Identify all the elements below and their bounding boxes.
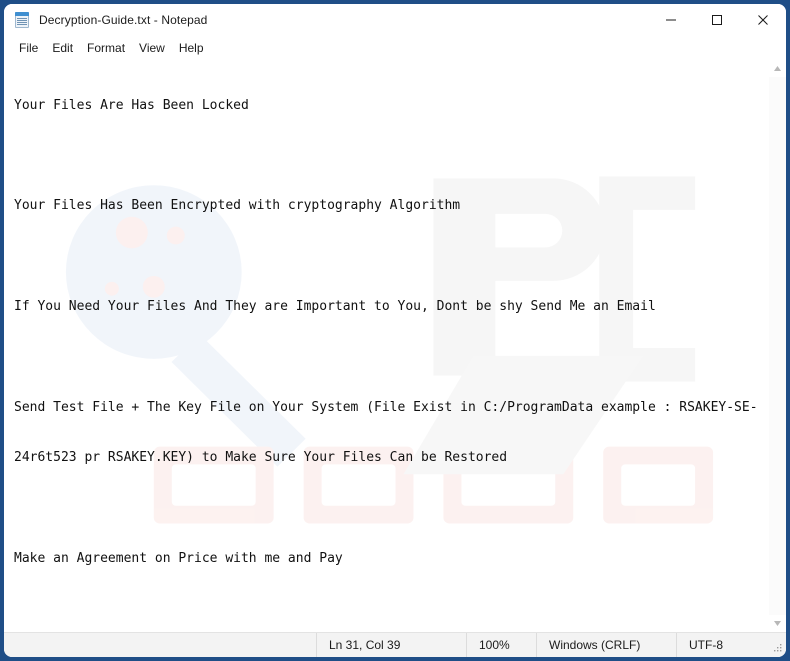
menu-item-help[interactable]: Help [172,39,211,57]
window-title: Decryption-Guide.txt - Notepad [39,13,208,27]
menu-item-view[interactable]: View [132,39,172,57]
text-line: Send Test File + The Key File on Your Sy… [14,399,758,415]
status-line-ending[interactable]: Windows (CRLF) [536,633,676,657]
status-zoom-level[interactable]: 100% [466,633,536,657]
text-line: Your Files Are Has Been Locked [14,97,249,113]
close-icon [758,15,768,25]
maximize-button[interactable] [694,4,740,36]
scroll-down-button[interactable] [769,615,786,632]
resize-grip-icon[interactable] [771,642,783,654]
text-line: If You Need Your Files And They are Impo… [14,299,656,315]
text-line: Make an Agreement on Price with me and P… [14,551,343,567]
status-encoding[interactable]: UTF-8 [676,633,786,657]
document-text[interactable]: Your Files Are Has Been Locked Your File… [4,60,768,632]
minimize-icon [666,19,676,21]
text-line [14,501,768,518]
text-line [14,350,768,367]
title-bar[interactable]: Decryption-Guide.txt - Notepad [4,4,786,36]
menu-item-format[interactable]: Format [80,39,132,57]
vertical-scrollbar[interactable] [768,60,786,632]
notepad-window: Decryption-Guide.txt - Notepad File Edit… [4,4,786,657]
status-cursor-position[interactable]: Ln 31, Col 39 [316,633,466,657]
window-controls [648,4,786,36]
scrollbar-track[interactable] [769,77,786,615]
text-editor[interactable]: Your Files Are Has Been Locked Your File… [4,60,768,632]
text-line [14,602,768,619]
scroll-down-icon [774,621,781,626]
notepad-icon [14,12,30,28]
text-line: Your Files Has Been Encrypted with crypt… [14,198,461,214]
scroll-up-icon [774,66,781,71]
editor-area: Your Files Are Has Been Locked Your File… [4,60,786,632]
minimize-button[interactable] [648,4,694,36]
menu-item-edit[interactable]: Edit [45,39,80,57]
maximize-icon [712,15,722,25]
status-bar: Ln 31, Col 39 100% Windows (CRLF) UTF-8 [4,632,786,657]
menu-item-file[interactable]: File [12,39,45,57]
scroll-up-button[interactable] [769,60,786,77]
text-line [14,249,768,266]
text-line [14,148,768,165]
text-line: 24r6t523 pr RSAKEY.KEY) to Make Sure You… [14,450,508,466]
close-button[interactable] [740,4,786,36]
menu-bar: File Edit Format View Help [4,36,786,60]
